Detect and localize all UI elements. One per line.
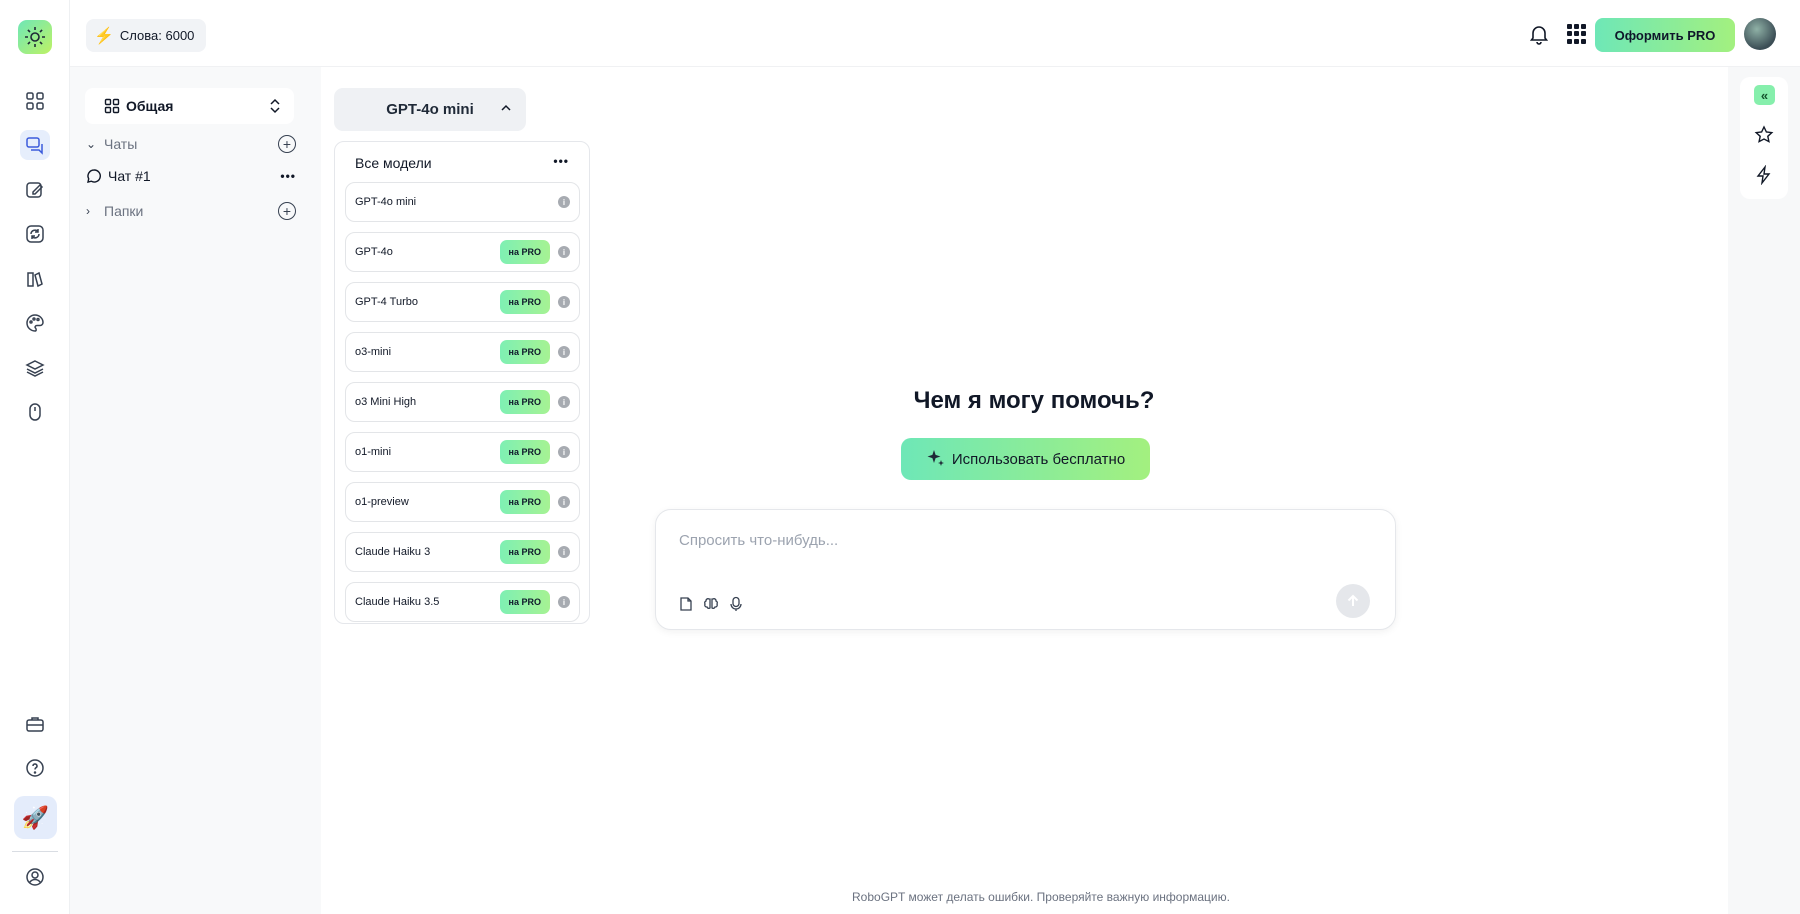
model-option-name: o3 Mini High [355, 396, 417, 408]
right-rail: « [1728, 67, 1800, 914]
help-icon[interactable] [20, 753, 50, 783]
workspace-selector[interactable]: Общая [85, 88, 294, 124]
info-icon[interactable]: i [558, 396, 570, 408]
chat-item-label: Чат #1 [108, 168, 151, 184]
chat-icon[interactable] [20, 130, 50, 160]
rail-divider [12, 851, 58, 852]
model-option[interactable]: GPT-4 Turbo на PRO i [345, 282, 580, 322]
send-button[interactable] [1336, 584, 1370, 618]
info-icon[interactable]: i [558, 296, 570, 308]
page-title: Чем я могу помочь? [913, 387, 1155, 414]
dropdown-header: Все модели [355, 155, 432, 171]
microphone-icon[interactable] [728, 596, 744, 612]
right-tools: « [1740, 77, 1788, 199]
chat-bubble-icon [87, 169, 101, 183]
message-input[interactable]: Спросить что-нибудь... [679, 532, 838, 549]
pro-badge: на PRO [499, 340, 550, 364]
model-option[interactable]: o1-mini на PRO i [345, 432, 580, 472]
model-selector-button[interactable]: GPT-4o mini [334, 88, 526, 131]
briefcase-icon[interactable] [20, 709, 50, 739]
pro-badge: на PRO [499, 240, 550, 264]
model-option-name: o1-preview [355, 496, 409, 508]
model-option[interactable]: Claude Haiku 3.5 на PRO i [345, 582, 580, 622]
model-option-name: GPT-4o mini [355, 196, 417, 208]
pro-badge: на PRO [499, 440, 550, 464]
avatar[interactable] [1744, 18, 1776, 50]
model-option-name: Claude Haiku 3 [355, 546, 431, 558]
books-icon[interactable] [20, 264, 50, 294]
palette-icon[interactable] [20, 308, 50, 338]
words-counter[interactable]: ⚡ Слова: 6000 [86, 19, 207, 52]
lightning-icon: ⚡ [94, 27, 114, 45]
model-option[interactable]: o1-preview на PRO i [345, 482, 580, 522]
upgrade-pro-button[interactable]: Оформить PRO [1595, 18, 1735, 52]
dropdown-more-icon[interactable]: ••• [553, 154, 569, 168]
info-icon[interactable]: i [558, 346, 570, 358]
collapse-icon[interactable]: « [1754, 85, 1775, 105]
model-option-name: GPT-4o [355, 246, 393, 258]
chevron-down-icon: ⌄ [86, 137, 97, 151]
chevron-up-icon [501, 104, 511, 111]
pro-badge: на PRO [499, 390, 550, 414]
model-option-name: Claude Haiku 3.5 [355, 596, 440, 608]
model-option-name: o1-mini [355, 446, 392, 458]
model-option-name: o3-mini [355, 346, 392, 358]
use-free-button[interactable]: Использовать бесплатно [901, 438, 1150, 480]
info-icon[interactable]: i [558, 246, 570, 258]
brain-icon[interactable] [703, 596, 719, 612]
workspace-label: Общая [126, 98, 174, 114]
pro-badge: на PRO [499, 490, 550, 514]
chevron-updown-icon [270, 98, 280, 114]
model-selector-label: GPT-4o mini [386, 101, 474, 118]
top-bar: ⚡ Слова: 6000 Оформить PRO [70, 0, 1800, 67]
model-option[interactable]: o3 Mini High на PRO i [345, 382, 580, 422]
model-dropdown: Все модели ••• GPT-4o mini i GPT-4o на PRO i… [334, 141, 590, 624]
star-icon[interactable] [1754, 125, 1774, 145]
use-free-label: Использовать бесплатно [951, 450, 1126, 468]
chevron-right-icon: › [86, 204, 90, 218]
chat-sidebar: Общая ⌄ Чаты + Чат #1 ••• › Папки + [70, 67, 321, 914]
pro-badge: на PRO [499, 290, 550, 314]
mouse-icon[interactable] [20, 397, 50, 427]
chats-label: Чаты [104, 136, 138, 152]
model-option[interactable]: GPT-4o на PRO i [345, 232, 580, 272]
left-rail: 🚀 [0, 0, 70, 914]
lightning-outline-icon[interactable] [1754, 165, 1774, 185]
pro-badge: на PRO [499, 540, 550, 564]
layers-icon[interactable] [20, 353, 50, 383]
attach-file-icon[interactable] [678, 596, 694, 612]
info-icon[interactable]: i [558, 446, 570, 458]
pro-badge: на PRO [499, 590, 550, 614]
rocket-icon[interactable]: 🚀 [14, 796, 57, 839]
chat-item[interactable]: Чат #1 ••• [86, 165, 296, 187]
info-icon[interactable]: i [558, 596, 570, 608]
chat-more-icon[interactable]: ••• [280, 169, 296, 183]
grid-icon [104, 98, 120, 114]
message-composer[interactable]: Спросить что-нибудь... [655, 509, 1396, 630]
sparkle-icon [927, 450, 944, 466]
refresh-icon[interactable] [20, 219, 50, 249]
words-label: Слова: 6000 [119, 28, 195, 43]
folders-section[interactable]: › Папки + [86, 200, 296, 222]
disclaimer: RoboGPT может делать ошибки. Проверяйте … [852, 890, 1230, 904]
model-option-name: GPT-4 Turbo [355, 296, 418, 308]
add-chat-icon[interactable]: + [278, 135, 296, 153]
info-icon[interactable]: i [558, 196, 570, 208]
bell-icon[interactable] [1527, 22, 1551, 46]
profile-icon[interactable] [20, 862, 50, 892]
model-option[interactable]: GPT-4o mini i [345, 182, 580, 222]
edit-icon[interactable] [20, 175, 50, 205]
info-icon[interactable]: i [558, 546, 570, 558]
main-area: GPT-4o mini Все модели ••• GPT-4o mini i G… [321, 67, 1728, 914]
chats-section[interactable]: ⌄ Чаты + [86, 133, 296, 155]
model-option[interactable]: o3-mini на PRO i [345, 332, 580, 372]
arrow-up-icon [1347, 594, 1359, 606]
logo-icon[interactable] [18, 20, 52, 54]
add-folder-icon[interactable]: + [278, 202, 296, 220]
apps-grid-icon[interactable] [1567, 24, 1587, 44]
info-icon[interactable]: i [558, 496, 570, 508]
folders-label: Папки [104, 203, 144, 219]
model-option[interactable]: Claude Haiku 3 на PRO i [345, 532, 580, 572]
dashboard-icon[interactable] [20, 86, 50, 116]
